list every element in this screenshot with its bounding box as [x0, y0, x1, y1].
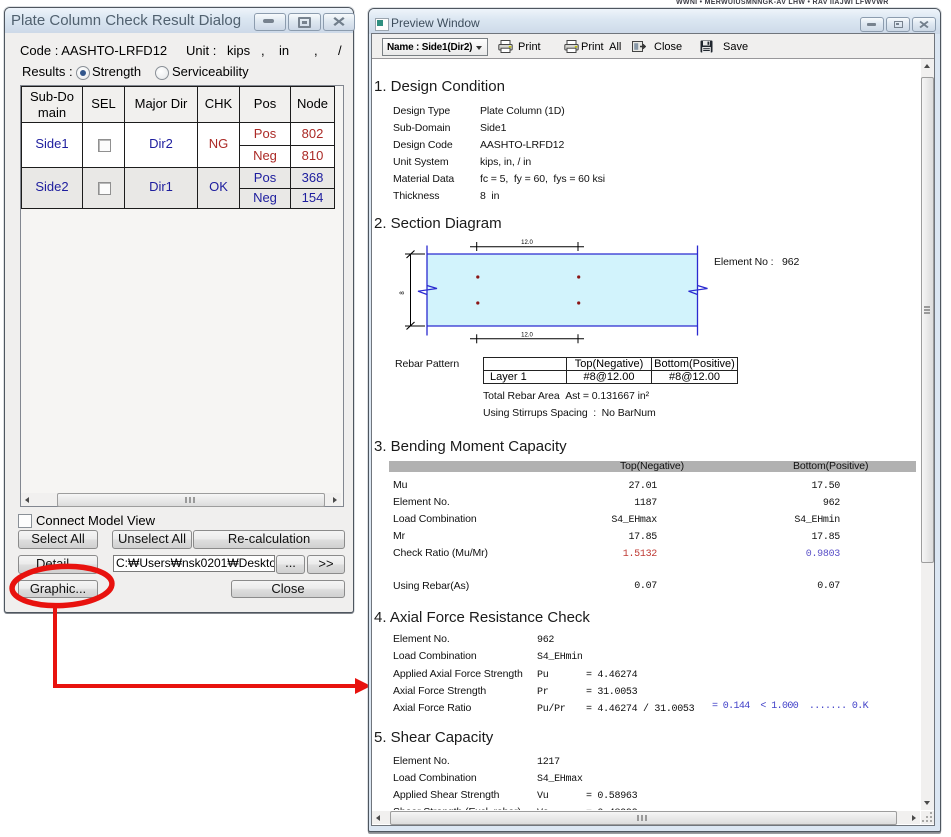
svg-text:12.0: 12.0 [521, 240, 533, 246]
svg-text:12.0: 12.0 [521, 333, 533, 339]
svg-text:8: 8 [400, 291, 406, 295]
